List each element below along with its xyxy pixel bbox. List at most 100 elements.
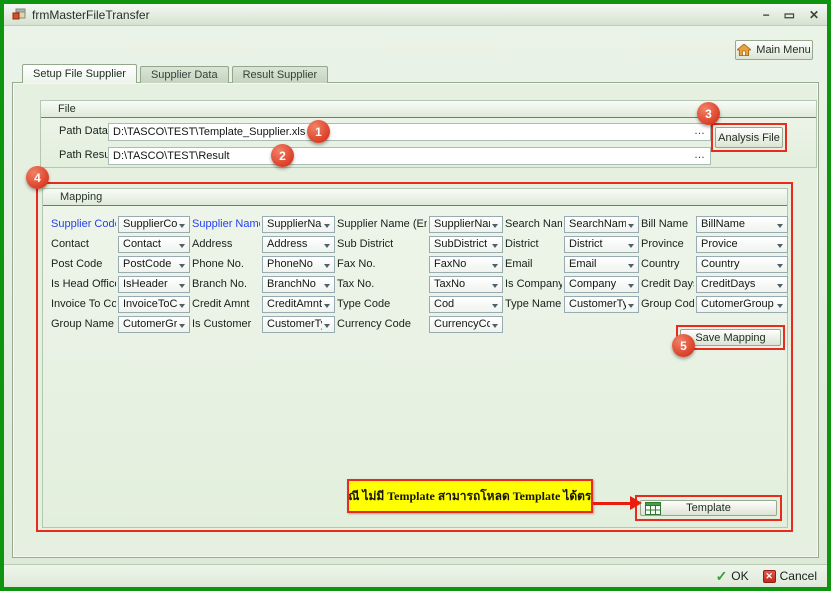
mapping-combo-search-name[interactable]: SearchName: [564, 216, 639, 233]
combo-selected-value: InvoiceToCode: [123, 298, 177, 310]
mapping-combo-fax-no[interactable]: FaxNo: [429, 256, 503, 273]
chevron-down-icon: [179, 284, 185, 288]
mapping-label-address: Address: [192, 238, 260, 250]
analysis-file-button[interactable]: Analysis File: [715, 127, 783, 148]
chevron-down-icon: [777, 224, 783, 228]
combo-selected-value: BranchNo: [267, 278, 316, 290]
mapping-combo-credit-days[interactable]: CreditDays: [696, 276, 788, 293]
mapping-combo-group-code[interactable]: CutomerGroup: [696, 296, 788, 313]
mapping-combo-credit-amnt[interactable]: CreditAmnt: [262, 296, 335, 313]
mapping-combo-supplier-name[interactable]: SupplierName: [262, 216, 335, 233]
mapping-combo-group-name[interactable]: CutomerGroupl: [118, 316, 190, 333]
window-title: frmMasterFileTransfer: [32, 8, 150, 22]
chevron-down-icon: [777, 284, 783, 288]
mapping-combo-address[interactable]: Address: [262, 236, 335, 253]
chevron-down-icon: [324, 264, 330, 268]
mapping-combo-type-name[interactable]: CustomerTypeN: [564, 296, 639, 313]
chevron-down-icon: [179, 324, 185, 328]
chevron-down-icon: [492, 264, 498, 268]
mapping-groupbox: Mapping Supplier CodeSupplierCodeSupplie…: [42, 188, 788, 528]
combo-selected-value: SupplierCode: [123, 218, 177, 230]
mapping-combo-type-code[interactable]: Cod: [429, 296, 503, 313]
mapping-combo-sub-district[interactable]: SubDistrict: [429, 236, 503, 253]
tab-label: Result Supplier: [243, 69, 318, 81]
mapping-label-type-name: Type Name: [505, 298, 562, 310]
main-menu-button[interactable]: Main Menu: [735, 40, 813, 60]
annotation-circle-3: 3: [697, 102, 720, 125]
mapping-combo-supplier-name-eng[interactable]: SupplierName(: [429, 216, 503, 233]
chevron-down-icon: [777, 244, 783, 248]
chevron-down-icon: [179, 304, 185, 308]
combo-selected-value: PhoneNo: [267, 258, 313, 270]
chevron-down-icon: [492, 224, 498, 228]
mapping-combo-branch-no[interactable]: BranchNo: [262, 276, 335, 293]
maximize-icon[interactable]: ▭: [784, 9, 795, 21]
save-mapping-button[interactable]: Save Mapping: [680, 329, 781, 346]
mapping-combo-province[interactable]: Provice: [696, 236, 788, 253]
mapping-label-supplier-code: Supplier Code: [51, 218, 116, 230]
form-icon: [12, 8, 26, 21]
combo-selected-value: Contact: [123, 238, 161, 250]
ok-button[interactable]: ✓ OK: [716, 568, 749, 585]
mapping-combo-contact[interactable]: Contact: [118, 236, 190, 253]
mapping-label-supplier-name: Supplier Name: [192, 218, 260, 230]
mapping-combo-phone-no[interactable]: PhoneNo: [262, 256, 335, 273]
annotation-circle-2: 2: [271, 144, 294, 167]
mapping-label-fax-no: Fax No.: [337, 258, 427, 270]
mapping-grid: Supplier CodeSupplierCodeSupplier NameSu…: [51, 214, 788, 334]
mapping-label-email: Email: [505, 258, 562, 270]
minimize-icon[interactable]: −: [763, 9, 770, 21]
mapping-combo-invoice-to-cod[interactable]: InvoiceToCode: [118, 296, 190, 313]
chevron-down-icon: [628, 264, 634, 268]
chevron-down-icon: [179, 264, 185, 268]
mapping-combo-currency-code[interactable]: CurrencyCode: [429, 316, 503, 333]
browse-path-data-button[interactable]: …: [692, 125, 708, 139]
cancel-button[interactable]: ✕ Cancel: [763, 569, 817, 583]
mapping-label-is-head-office: Is Head Office: [51, 278, 116, 290]
excel-table-icon: [645, 502, 661, 515]
path-result-value: D:\TASCO\TEST\Result: [113, 150, 230, 162]
combo-selected-value: Address: [267, 238, 307, 250]
chevron-down-icon: [492, 324, 498, 328]
mapping-label-search-name: Search Name: [505, 218, 562, 230]
mapping-label-district: District: [505, 238, 562, 250]
tab-setup-file-supplier[interactable]: Setup File Supplier: [22, 64, 137, 83]
annotation-circle-1: 1: [307, 120, 330, 143]
browse-path-result-button[interactable]: …: [692, 149, 708, 163]
mapping-label-branch-no: Branch No.: [192, 278, 260, 290]
combo-selected-value: SubDistrict: [434, 238, 487, 250]
mapping-combo-is-head-office[interactable]: IsHeader: [118, 276, 190, 293]
path-result-input[interactable]: D:\TASCO\TEST\Result …: [108, 147, 711, 165]
mapping-label-supplier-name-eng: Supplier Name (Eng): [337, 218, 427, 230]
tab-label: Setup File Supplier: [33, 68, 126, 80]
mapping-label-contact: Contact: [51, 238, 116, 250]
combo-selected-value: TaxNo: [434, 278, 465, 290]
combo-selected-value: Country: [701, 258, 740, 270]
mapping-combo-is-customer[interactable]: CustomerType: [262, 316, 335, 333]
mapping-combo-tax-no[interactable]: TaxNo: [429, 276, 503, 293]
main-menu-label: Main Menu: [756, 44, 810, 56]
combo-selected-value: BillName: [701, 218, 745, 230]
mapping-label-type-code: Type Code: [337, 298, 427, 310]
chevron-down-icon: [628, 304, 634, 308]
mapping-combo-bill-name[interactable]: BillName: [696, 216, 788, 233]
mapping-combo-district[interactable]: District: [564, 236, 639, 253]
template-button-label: Template: [686, 502, 731, 514]
mapping-combo-country[interactable]: Country: [696, 256, 788, 273]
path-data-input[interactable]: D:\TASCO\TEST\Template_Supplier.xls …: [108, 123, 711, 141]
chevron-down-icon: [777, 304, 783, 308]
template-button[interactable]: Template: [640, 500, 777, 516]
close-icon[interactable]: ✕: [809, 9, 819, 21]
footer-bar: ✓ OK ✕ Cancel: [4, 564, 827, 587]
titlebar: frmMasterFileTransfer − ▭ ✕: [4, 4, 827, 26]
mapping-combo-email[interactable]: Email: [564, 256, 639, 273]
tab-result-supplier[interactable]: Result Supplier: [232, 66, 329, 83]
mapping-label-group-name: Group Name: [51, 318, 116, 330]
tab-supplier-data[interactable]: Supplier Data: [140, 66, 229, 83]
mapping-combo-post-code[interactable]: PostCode: [118, 256, 190, 273]
mapping-label-is-company: Is Company: [505, 278, 562, 290]
mapping-combo-is-company[interactable]: Company: [564, 276, 639, 293]
mapping-combo-supplier-code[interactable]: SupplierCode: [118, 216, 190, 233]
form-window: frmMasterFileTransfer − ▭ ✕ Main Menu Se…: [0, 0, 831, 591]
combo-selected-value: FaxNo: [434, 258, 466, 270]
